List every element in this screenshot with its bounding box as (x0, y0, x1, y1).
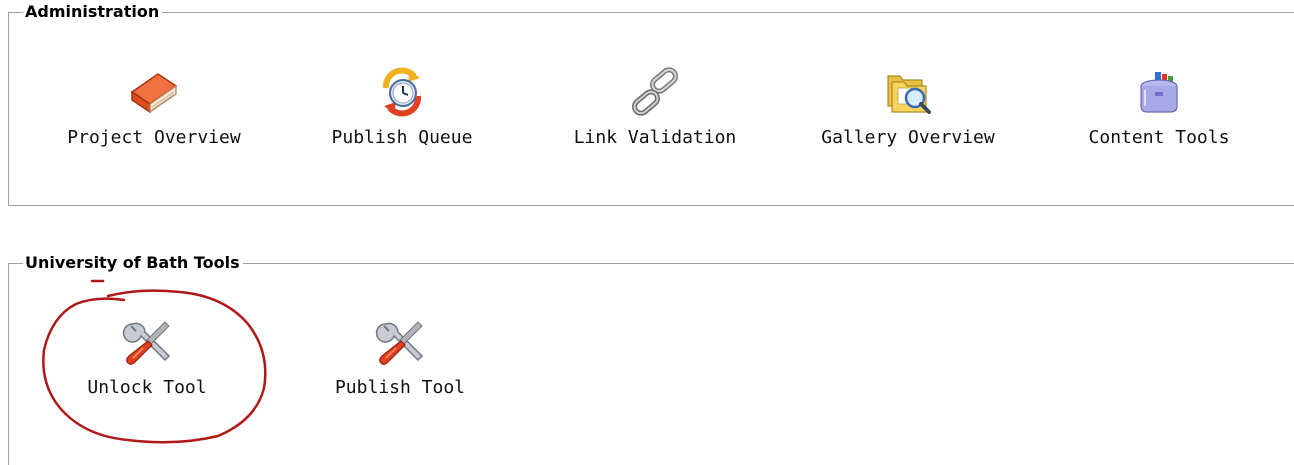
tool-label: Gallery Overview (821, 127, 995, 148)
gallery-overview-link[interactable]: Gallery Overview (798, 66, 1018, 148)
tool-label: Publish Queue (331, 127, 473, 148)
wrench-screwdriver-icon (375, 321, 424, 365)
administration-legend: Administration (25, 2, 160, 21)
bath-tools-legend: University of Bath Tools (25, 253, 240, 272)
folders-magnifier-icon (887, 75, 931, 114)
tool-label: Project Overview (67, 127, 241, 148)
toolbox-icon (1140, 72, 1178, 113)
chain-link-icon (632, 67, 678, 116)
link-validation-link[interactable]: Link Validation (545, 66, 765, 148)
publish-queue-clock-icon (382, 67, 422, 117)
wrench-screwdriver-icon (122, 321, 171, 365)
publish-tool-link[interactable]: Publish Tool (320, 316, 480, 398)
publish-queue-link[interactable]: Publish Queue (292, 66, 512, 148)
project-overview-link[interactable]: Project Overview (44, 66, 264, 148)
tool-label: Content Tools (1088, 127, 1230, 148)
book-icon (130, 73, 178, 114)
tool-label: Publish Tool (334, 377, 466, 398)
content-tools-link[interactable]: Content Tools (1049, 66, 1269, 148)
unlock-tool-link[interactable]: Unlock Tool (67, 316, 227, 398)
tool-label: Unlock Tool (87, 377, 207, 398)
tool-label: Link Validation (573, 127, 737, 148)
